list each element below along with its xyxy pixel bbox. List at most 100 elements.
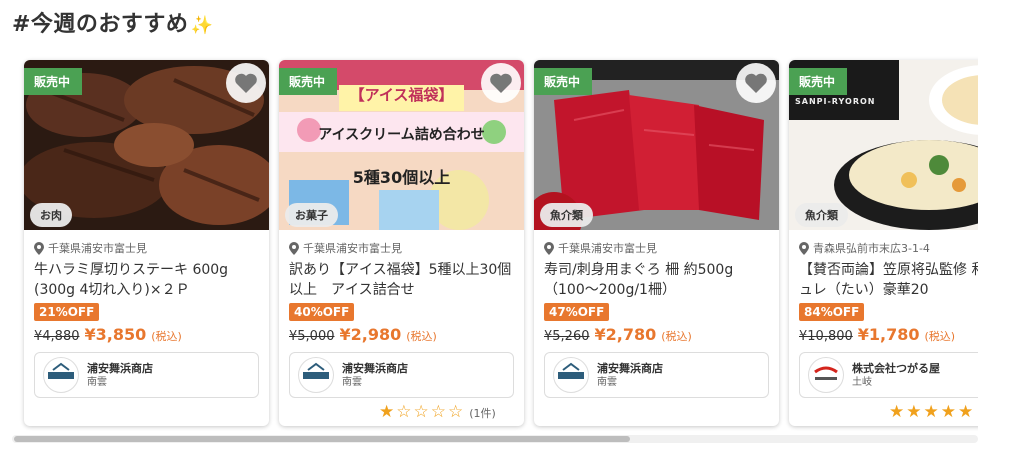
- image-caption-brand: SANPI-RYORON: [795, 97, 876, 106]
- shop-name: 浦安舞浜商店: [597, 361, 663, 375]
- location: 千葉県浦安市富士見: [34, 240, 259, 256]
- shop-logo: [553, 357, 589, 393]
- location: 千葉県浦安市富士見: [544, 240, 769, 256]
- star-filled-icon: ★: [889, 402, 905, 422]
- pin-icon: [34, 241, 44, 255]
- category-tag: 魚介類: [540, 203, 593, 227]
- heart-icon: [490, 73, 512, 93]
- favorite-button[interactable]: [481, 63, 521, 103]
- shop-name: 浦安舞浜商店: [87, 361, 153, 375]
- product-name[interactable]: 牛ハラミ厚切りステーキ 600g (300g 4切れ入り)×２Ｐ: [34, 260, 259, 300]
- star-filled-icon: ★: [906, 402, 922, 422]
- pin-icon: [799, 241, 809, 255]
- shop-text: 浦安舞浜商店 南雲: [87, 362, 153, 389]
- location-text: 千葉県浦安市富士見: [558, 242, 657, 255]
- product-image[interactable]: 販売中 魚介類: [534, 60, 779, 230]
- shop-info[interactable]: 浦安舞浜商店 南雲: [34, 352, 259, 398]
- location-text: 青森県弘前市末広3-1-4: [813, 242, 930, 255]
- image-caption-3: 5種30個以上: [352, 168, 451, 187]
- original-price: ¥4,880: [34, 329, 80, 344]
- star-filled-icon: ★: [923, 402, 939, 422]
- category-tag: お菓子: [285, 203, 338, 227]
- discount-badge: 84%OFF: [799, 303, 865, 321]
- tax-label: (税込): [151, 330, 182, 343]
- star-empty-icon: ☆: [448, 402, 464, 422]
- shop-logo: [43, 357, 79, 393]
- shop-info[interactable]: 浦安舞浜商店 南雲: [289, 352, 514, 398]
- price-row: ¥5,000 ¥2,980 (税込): [289, 325, 514, 344]
- discount-badge: 21%OFF: [34, 303, 100, 321]
- price-row: ¥4,880 ¥3,850 (税込): [34, 325, 259, 344]
- shop-logo-icon: [810, 359, 842, 391]
- tax-label: (税込): [924, 330, 956, 343]
- price-row: ¥5,260 ¥2,780 (税込): [544, 325, 769, 344]
- tax-label: (税込): [406, 330, 437, 343]
- card-body: 千葉県浦安市富士見 寿司/刺身用まぐろ 柵 約500g（100〜200g/1柵）…: [534, 230, 779, 398]
- star-rating: ★ ☆ ☆ ☆ ☆ (1件): [289, 404, 514, 421]
- section-title: #今週のおすすめ ✨: [12, 6, 213, 38]
- tax-label: (税込): [661, 330, 692, 343]
- location: 青森県弘前市末広3-1-4: [799, 240, 978, 256]
- original-price: ¥5,000: [289, 329, 335, 344]
- star-empty-icon: ☆: [430, 402, 446, 422]
- discount-badge: 47%OFF: [544, 303, 610, 321]
- sale-price: ¥1,780: [857, 325, 920, 344]
- shop-name: 株式会社つがる屋: [852, 361, 940, 375]
- category-tag: お肉: [30, 203, 72, 227]
- original-price: ¥5,260: [544, 329, 590, 344]
- shop-area: 南雲: [342, 376, 362, 388]
- shop-logo-icon: [300, 359, 332, 391]
- favorite-button[interactable]: [736, 63, 776, 103]
- shop-logo: [298, 357, 334, 393]
- product-image[interactable]: 【アイス福袋】 アイスクリーム詰め合わせ 5種30個以上 販売中 お菓子: [279, 60, 524, 230]
- sparkle-icon: ✨: [190, 15, 214, 36]
- shop-area: 土岐: [852, 376, 872, 388]
- star-empty-icon: ☆: [396, 402, 412, 422]
- shop-logo-icon: [555, 359, 587, 391]
- product-card[interactable]: 販売中 お肉 千葉県浦安市富士見 牛ハラミ厚切りステーキ 600g (300g …: [24, 60, 269, 426]
- location-text: 千葉県浦安市富士見: [48, 242, 147, 255]
- price-row: ¥10,800 ¥1,780 (税込): [799, 325, 978, 344]
- image-caption-2: アイスクリーム詰め合わせ: [318, 127, 485, 143]
- shop-area: 南雲: [87, 376, 107, 388]
- favorite-button[interactable]: [226, 63, 266, 103]
- star-filled-icon: ★: [940, 402, 956, 422]
- horizontal-scrollbar[interactable]: [12, 435, 978, 443]
- card-body: 千葉県浦安市富士見 牛ハラミ厚切りステーキ 600g (300g 4切れ入り)×…: [24, 230, 269, 398]
- product-name[interactable]: 【賛否両論】笠原将弘監修 和風ジュレ（たい）豪華20: [799, 260, 978, 300]
- product-card[interactable]: 【アイス福袋】 アイスクリーム詰め合わせ 5種30個以上 販売中 お菓子 千葉県…: [279, 60, 524, 426]
- original-price: ¥10,800: [799, 329, 853, 344]
- product-name[interactable]: 寿司/刺身用まぐろ 柵 約500g（100〜200g/1柵）: [544, 260, 769, 300]
- product-image[interactable]: SANPI-RYORON 販売中 魚介類: [789, 60, 978, 230]
- sale-badge: 販売中: [24, 68, 83, 95]
- location-text: 千葉県浦安市富士見: [303, 242, 402, 255]
- star-rating: ★ ★ ★ ★ ★: [799, 404, 978, 421]
- heart-icon: [745, 73, 767, 93]
- recommend-carousel[interactable]: 販売中 お肉 千葉県浦安市富士見 牛ハラミ厚切りステーキ 600g (300g …: [0, 56, 978, 431]
- star-filled-icon: ★: [379, 402, 395, 422]
- pin-icon: [289, 241, 299, 255]
- discount-badge: 40%OFF: [289, 303, 355, 321]
- review-count[interactable]: (1件): [469, 405, 496, 421]
- product-card[interactable]: SANPI-RYORON 販売中 魚介類 青森県弘前市末広3-1-4 【賛否両論…: [789, 60, 978, 426]
- shop-info[interactable]: 株式会社つがる屋 土岐: [799, 352, 978, 398]
- sale-price: ¥2,980: [339, 325, 402, 344]
- sale-price: ¥2,780: [594, 325, 657, 344]
- pin-icon: [544, 241, 554, 255]
- scrollbar-thumb[interactable]: [14, 436, 630, 442]
- location: 千葉県浦安市富士見: [289, 240, 514, 256]
- sale-badge: 販売中: [279, 68, 338, 95]
- sale-badge: 販売中: [789, 68, 848, 95]
- shop-info[interactable]: 浦安舞浜商店 南雲: [544, 352, 769, 398]
- product-card[interactable]: 販売中 魚介類 千葉県浦安市富士見 寿司/刺身用まぐろ 柵 約500g（100〜…: [534, 60, 779, 426]
- sale-price: ¥3,850: [84, 325, 147, 344]
- product-name[interactable]: 訳あり【アイス福袋】5種以上30個以上 アイス詰合せ: [289, 260, 514, 300]
- carousel-track: 販売中 お肉 千葉県浦安市富士見 牛ハラミ厚切りステーキ 600g (300g …: [0, 56, 978, 431]
- card-body: 千葉県浦安市富士見 訳あり【アイス福袋】5種以上30個以上 アイス詰合せ 40%…: [279, 230, 524, 421]
- shop-logo: [808, 357, 844, 393]
- shop-name: 浦安舞浜商店: [342, 361, 408, 375]
- product-image[interactable]: 販売中 お肉: [24, 60, 269, 230]
- sale-badge: 販売中: [534, 68, 593, 95]
- section-title-text: #今週のおすすめ: [12, 12, 189, 37]
- star-empty-icon: ☆: [413, 402, 429, 422]
